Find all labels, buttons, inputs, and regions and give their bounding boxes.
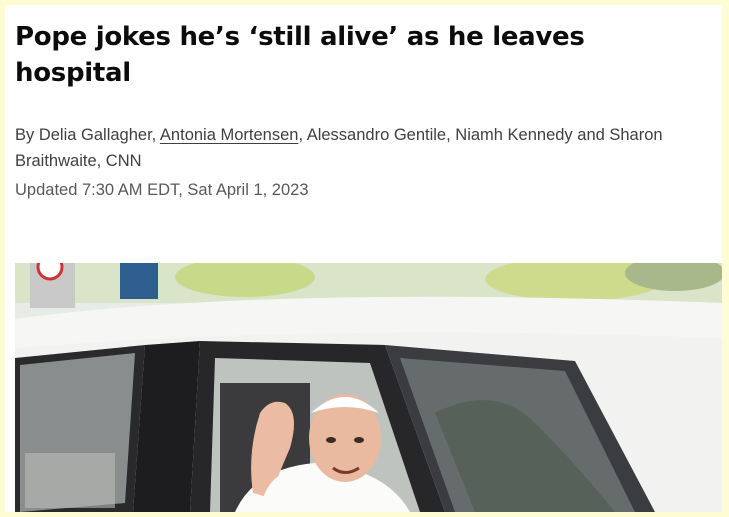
- article-headline: Pope jokes he’s ‘still alive’ as he leav…: [15, 22, 585, 88]
- byline-prefix: By Delia Gallagher,: [15, 126, 160, 144]
- pope-car-photo-illustration: [15, 263, 722, 512]
- author-link-antonia-mortensen[interactable]: Antonia Mortensen: [160, 126, 299, 144]
- window-reflection-building: [25, 453, 115, 508]
- article-timestamp: Updated 7:30 AM EDT, Sat April 1, 2023: [15, 181, 309, 199]
- pope-eye-right: [354, 437, 364, 443]
- article-frame: Pope jokes he’s ‘still alive’ as he leav…: [5, 5, 722, 512]
- photo-blue-sign: [120, 263, 158, 299]
- pope-eye-left: [326, 437, 336, 443]
- photo-road-sign: [36, 263, 64, 281]
- article-lead-photo: [15, 263, 722, 512]
- article-byline: By Delia Gallagher, Antonia Mortensen, A…: [15, 122, 715, 174]
